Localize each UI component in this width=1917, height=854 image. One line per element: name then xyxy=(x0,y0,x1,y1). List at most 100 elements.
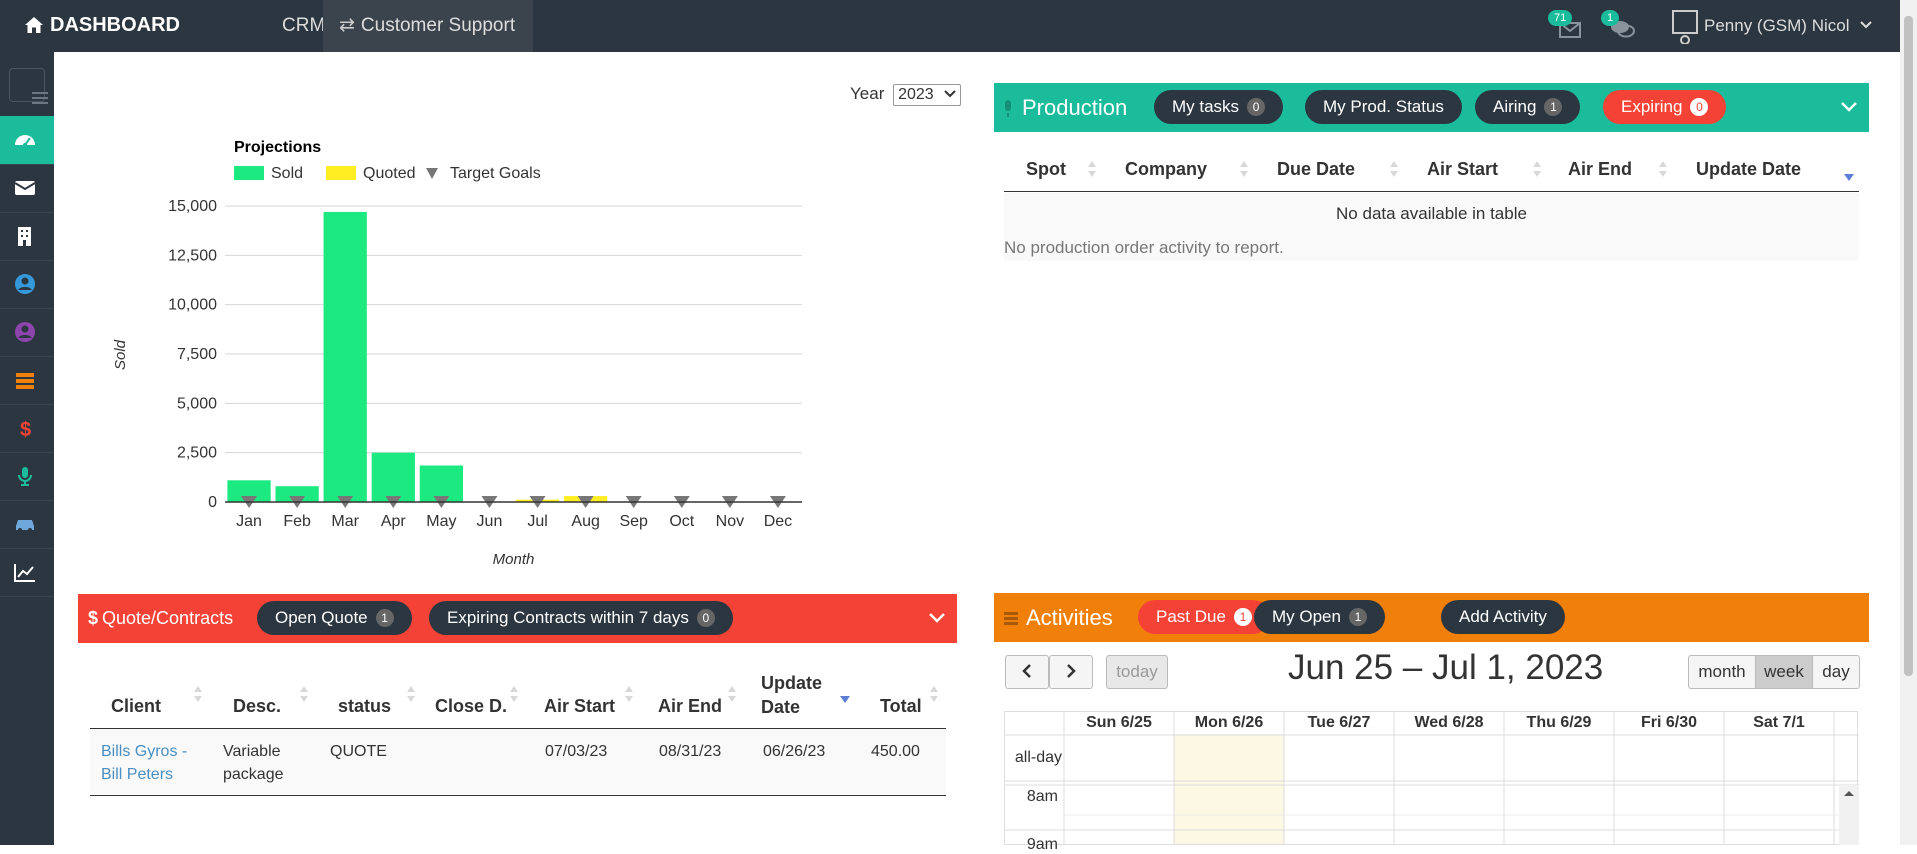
past-due-button[interactable]: Past Due 1 xyxy=(1138,600,1270,634)
col-air-start[interactable]: Air Start xyxy=(544,696,615,717)
col-total[interactable]: Total xyxy=(880,696,922,717)
collapse-chevron-icon[interactable] xyxy=(1840,97,1858,117)
sort-icon xyxy=(194,686,202,702)
col-desc[interactable]: Desc. xyxy=(233,696,281,717)
sidebar-item-production[interactable] xyxy=(0,452,54,501)
col-close-date[interactable]: Close D. xyxy=(435,696,507,717)
collapse-chevron-icon[interactable] xyxy=(928,608,946,628)
sidebar-item-mail[interactable] xyxy=(0,164,54,213)
broken-image-icon xyxy=(1672,9,1698,45)
bar-sold-apr xyxy=(371,452,415,502)
x-axis-label: Month xyxy=(493,551,535,568)
prev-week-button[interactable] xyxy=(1005,655,1049,689)
sidebar-item-contacts[interactable] xyxy=(0,260,54,309)
my-open-count: 1 xyxy=(1348,608,1367,626)
sidebar-item-billing[interactable]: $ xyxy=(0,404,54,453)
user-name: Penny (GSM) Nicol xyxy=(1704,16,1850,35)
sort-icon xyxy=(510,686,518,702)
building-icon xyxy=(18,227,31,246)
year-value: 2023 xyxy=(898,86,934,103)
sort-icon xyxy=(1240,161,1248,177)
col-due-date[interactable]: Due Date xyxy=(1277,148,1355,190)
my-tasks-button[interactable]: My tasks 0 xyxy=(1154,90,1284,124)
past-due-label: Past Due xyxy=(1156,607,1226,626)
add-activity-label: Add Activity xyxy=(1459,607,1547,626)
x-tick-label: Jul xyxy=(527,513,547,530)
dashboard-brand-link[interactable]: DASHBOARD xyxy=(24,0,180,52)
year-filter: Year 2023 xyxy=(850,84,962,106)
activities-title: Activities xyxy=(1026,605,1113,630)
quotes-title: $ Quote/Contracts xyxy=(88,594,233,643)
col-spot[interactable]: Spot xyxy=(1026,148,1066,190)
day-header-thu: Thu 6/29 xyxy=(1526,714,1592,731)
sort-icon xyxy=(300,686,308,702)
view-day-button[interactable]: day xyxy=(1812,655,1860,689)
time-label-9am: 9am xyxy=(1026,836,1058,853)
table-bottom-rule xyxy=(90,795,946,796)
my-prod-status-label: My Prod. Status xyxy=(1323,97,1444,116)
col-update-date[interactable]: Update Date xyxy=(761,671,831,719)
client-link[interactable]: Bills Gyros - Bill Peters xyxy=(101,743,187,783)
client-cell: Bills Gyros - Bill Peters xyxy=(101,740,196,786)
production-footer-text: No production order activity to report. xyxy=(1004,235,1859,261)
open-quote-button[interactable]: Open Quote 1 xyxy=(257,601,412,635)
col-client[interactable]: Client xyxy=(111,696,161,717)
airing-button[interactable]: Airing 1 xyxy=(1475,90,1581,124)
mail-notifications-button[interactable]: 71 xyxy=(1548,10,1586,42)
sort-desc-icon xyxy=(1844,174,1854,181)
legend-label-target: Target Goals xyxy=(450,165,541,182)
col-air-end[interactable]: Air End xyxy=(1568,148,1632,190)
x-tick-label: Jun xyxy=(477,513,503,530)
next-week-button[interactable] xyxy=(1049,655,1093,689)
swap-icon: ⇄ xyxy=(339,15,355,36)
expiring-contracts-label: Expiring Contracts within 7 days xyxy=(447,608,689,627)
microphone-icon xyxy=(1005,100,1011,117)
sidebar-item-vehicles[interactable] xyxy=(0,500,54,549)
add-activity-button[interactable]: Add Activity xyxy=(1441,600,1565,634)
expiring-button[interactable]: Expiring 0 xyxy=(1603,90,1727,124)
dollar-icon: $ xyxy=(20,419,31,439)
page-scrollbar-thumb[interactable] xyxy=(1904,16,1913,676)
page-scrollbar[interactable] xyxy=(1900,0,1917,845)
top-navbar: DASHBOARD CRM ⇄ Customer Support 71 1 Pen… xyxy=(0,0,1917,52)
year-select[interactable]: 2023 xyxy=(893,84,962,106)
sidebar-item-dashboard[interactable] xyxy=(0,116,54,165)
sidebar-toggle[interactable] xyxy=(0,52,54,117)
my-tasks-label: My tasks xyxy=(1172,97,1240,116)
user-menu[interactable]: Penny (GSM) Nicol xyxy=(1672,8,1872,45)
my-prod-status-button[interactable]: My Prod. Status xyxy=(1305,90,1462,124)
nav-customer-support-link[interactable]: ⇄ Customer Support xyxy=(323,0,534,52)
col-air-start[interactable]: Air Start xyxy=(1427,148,1498,190)
chevron-left-icon xyxy=(1022,664,1031,678)
sidebar-item-reports[interactable] xyxy=(0,548,54,597)
col-status[interactable]: status xyxy=(338,696,391,717)
view-month-button[interactable]: month xyxy=(1688,655,1756,689)
sidebar-item-users[interactable] xyxy=(0,308,54,357)
col-update-date[interactable]: Update Date xyxy=(1696,148,1801,190)
all-day-label: all-day xyxy=(1014,749,1062,766)
legend-swatch-quoted xyxy=(326,166,356,180)
calendar-scrollbar[interactable] xyxy=(1839,785,1859,845)
x-tick-label: May xyxy=(426,513,456,530)
view-week-button[interactable]: week xyxy=(1755,655,1813,689)
day-header-sat: Sat 7/1 xyxy=(1753,714,1805,731)
y-tick-label: 15,000 xyxy=(168,198,217,215)
day-header-wed: Wed 6/28 xyxy=(1414,714,1484,731)
expiring-contracts-button[interactable]: Expiring Contracts within 7 days 0 xyxy=(429,601,733,635)
col-company[interactable]: Company xyxy=(1125,148,1207,190)
chat-notifications-button[interactable]: 1 xyxy=(1601,10,1639,42)
today-button[interactable]: today xyxy=(1106,655,1168,689)
col-air-end[interactable]: Air End xyxy=(658,696,722,717)
y-axis-label: Sold xyxy=(112,339,129,370)
my-open-button[interactable]: My Open 1 xyxy=(1254,600,1385,634)
sidebar-item-inventory[interactable] xyxy=(0,356,54,405)
x-tick-label: Dec xyxy=(764,513,792,530)
y-tick-label: 7,500 xyxy=(177,346,217,363)
update-date-cell: 06/26/23 xyxy=(763,743,826,760)
production-title: Production xyxy=(1022,95,1128,120)
hamburger-icon xyxy=(9,68,48,104)
air-start-cell: 07/03/23 xyxy=(545,743,608,760)
x-tick-label: Sep xyxy=(619,513,648,530)
expiring-count: 0 xyxy=(1690,98,1709,116)
sidebar-item-companies[interactable] xyxy=(0,212,54,261)
